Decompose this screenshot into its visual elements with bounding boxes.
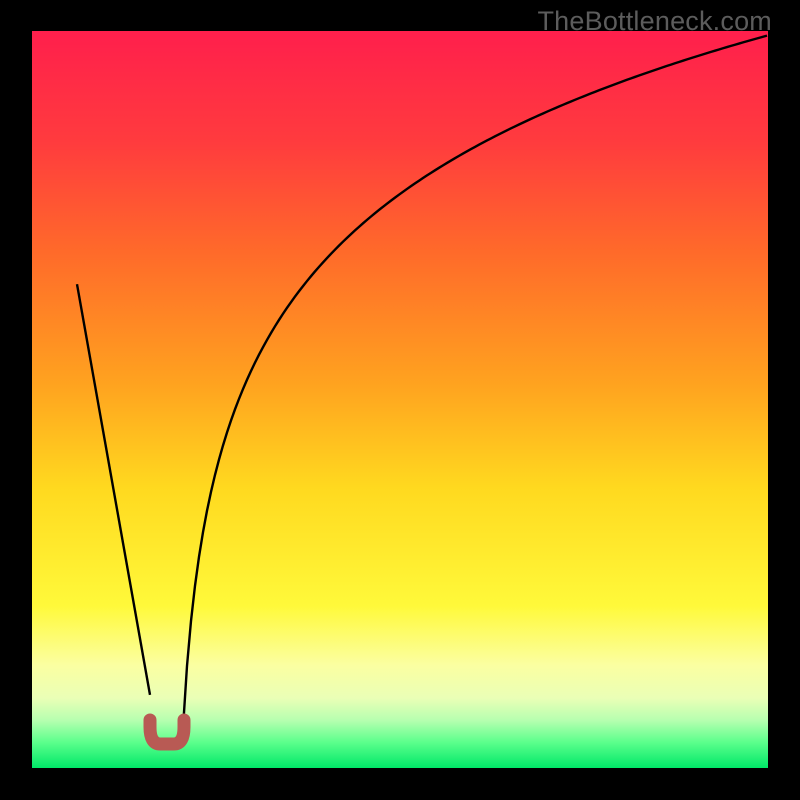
chart-frame: TheBottleneck.com	[0, 0, 800, 800]
bottleneck-chart	[32, 31, 768, 768]
